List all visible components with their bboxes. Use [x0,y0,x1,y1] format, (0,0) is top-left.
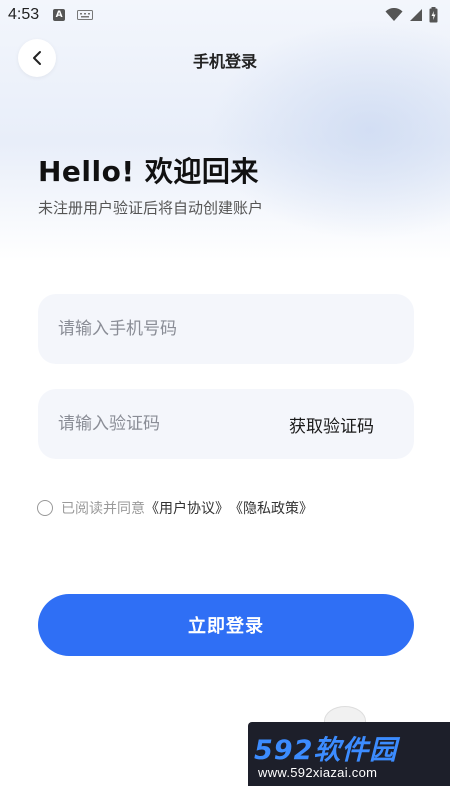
watermark-brand: 592软件园 [254,735,398,766]
battery-icon [429,7,438,23]
wifi-icon [385,8,403,21]
login-button[interactable]: 立即登录 [38,594,414,656]
privacy-policy-link[interactable]: 《隐私政策》 [229,498,313,518]
welcome-title: Hello! 欢迎回来 [38,155,259,188]
cellular-signal-icon [410,9,422,21]
phone-field[interactable] [38,294,414,364]
welcome-subtitle: 未注册用户验证后将自动创建账户 [38,199,264,217]
page-title: 手机登录 [192,52,257,71]
agreement-prefix: 已阅读并同意 [61,501,145,517]
user-agreement-link[interactable]: 《用户协议》 [145,498,229,518]
status-bar: 4:53 A [0,0,450,30]
get-code-button[interactable]: 获取验证码 [289,412,394,437]
status-system-icons [385,7,438,23]
phone-input[interactable] [58,319,394,339]
watermark-url: www.592xiazai.com [258,765,378,780]
nav-bar: 手机登录 [0,36,450,80]
keyboard-icon [77,10,94,20]
code-field[interactable]: 获取验证码 [38,389,414,459]
notification-a-icon: A [53,9,66,21]
status-time: 4:53 [8,6,40,23]
status-notification-icons: A [53,9,94,21]
verification-code-input[interactable] [58,414,289,434]
agreement-checkbox[interactable] [37,500,53,516]
agreement-row: 已阅读并同意 《用户协议》 《隐私政策》 [37,498,313,518]
